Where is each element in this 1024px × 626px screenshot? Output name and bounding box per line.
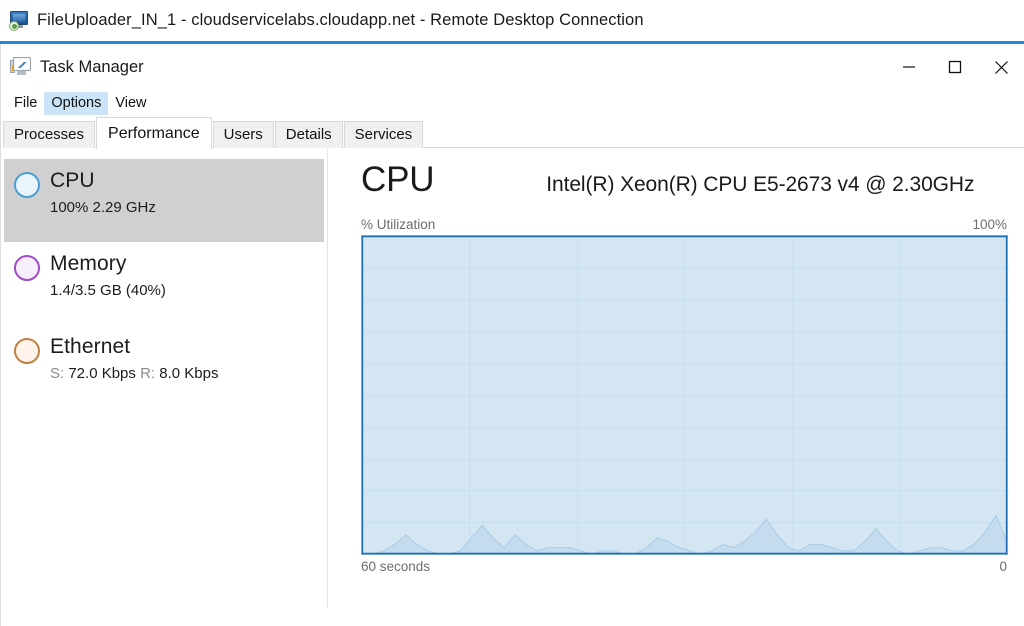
- window-title: Task Manager: [40, 57, 144, 76]
- graph-y-axis-label: % Utilization: [361, 217, 436, 232]
- rdp-title: FileUploader_IN_1 - cloudservicelabs.clo…: [37, 11, 644, 29]
- cpu-model-label: Intel(R) Xeon(R) CPU E5-2673 v4 @ 2.30GH…: [546, 173, 975, 196]
- cpu-detail-panel: CPU Intel(R) Xeon(R) CPU E5-2673 v4 @ 2.…: [328, 149, 1024, 608]
- ethernet-send-label: S:: [50, 365, 69, 382]
- menu-item-options[interactable]: Options: [44, 92, 109, 115]
- ethernet-circle-icon: [14, 338, 40, 364]
- minimize-button[interactable]: [886, 44, 932, 90]
- ethernet-recv-value: 8.0 Kbps: [159, 365, 219, 382]
- window-titlebar: Task Manager: [1, 44, 1024, 90]
- page-title: CPU: [361, 160, 435, 199]
- menubar: File Options View: [1, 90, 1024, 117]
- cpu-header: CPU Intel(R) Xeon(R) CPU E5-2673 v4 @ 2.…: [361, 159, 1008, 217]
- rdp-titlebar: FileUploader_IN_1 - cloudservicelabs.clo…: [0, 0, 1024, 41]
- task-manager-window: Task Manager File Options View Processes…: [0, 44, 1024, 626]
- menu-item-view[interactable]: View: [108, 92, 153, 115]
- maximize-button[interactable]: [932, 44, 978, 90]
- tab-users[interactable]: Users: [212, 121, 274, 148]
- graph-bottom-axis: 60 seconds 0: [361, 559, 1008, 574]
- tab-services[interactable]: Services: [343, 121, 424, 148]
- graph-x-axis-end: 0: [999, 559, 1007, 574]
- graph-y-axis-max: 100%: [972, 217, 1007, 232]
- sidebar-item-cpu-label: CPU: [50, 169, 95, 192]
- ethernet-send-value: 72.0 Kbps: [68, 365, 136, 382]
- tab-details[interactable]: Details: [274, 121, 343, 148]
- sidebar-item-memory[interactable]: Memory 1.4/3.5 GB (40%): [4, 242, 324, 325]
- ethernet-recv-label: R:: [135, 365, 160, 382]
- sidebar-item-memory-label: Memory: [50, 252, 127, 275]
- window-controls: [886, 44, 1024, 90]
- sidebar-item-cpu[interactable]: CPU 100% 2.29 GHz: [4, 159, 324, 242]
- tab-processes[interactable]: Processes: [3, 121, 96, 148]
- graph-series-cpu: [362, 236, 1007, 554]
- task-manager-icon: [10, 57, 32, 77]
- sidebar-item-memory-detail: 1.4/3.5 GB (40%): [50, 282, 166, 299]
- performance-body: CPU 100% 2.29 GHz Memory 1.4/3.5 GB (40%…: [1, 148, 1024, 608]
- cpu-graph-svg: [362, 236, 1007, 554]
- sidebar-item-ethernet-label: Ethernet: [50, 335, 131, 358]
- memory-circle-icon: [14, 255, 40, 281]
- tab-performance[interactable]: Performance: [96, 117, 212, 149]
- cpu-circle-icon: [14, 172, 40, 198]
- cpu-utilization-graph: [361, 235, 1008, 555]
- remote-desktop-icon: [8, 10, 30, 32]
- close-button[interactable]: [978, 44, 1024, 90]
- graph-top-axis: % Utilization 100%: [361, 217, 1008, 232]
- sidebar-item-cpu-detail: 100% 2.29 GHz: [50, 199, 156, 216]
- resource-sidebar: CPU 100% 2.29 GHz Memory 1.4/3.5 GB (40%…: [1, 149, 328, 608]
- sidebar-item-ethernet[interactable]: Ethernet S: 72.0 Kbps R: 8.0 Kbps: [4, 325, 324, 408]
- tabstrip: Processes Performance Users Details Serv…: [3, 117, 1024, 149]
- menu-item-file[interactable]: File: [7, 92, 44, 115]
- sidebar-item-ethernet-detail: S: 72.0 Kbps R: 8.0 Kbps: [50, 364, 218, 383]
- graph-x-axis-start: 60 seconds: [361, 559, 431, 574]
